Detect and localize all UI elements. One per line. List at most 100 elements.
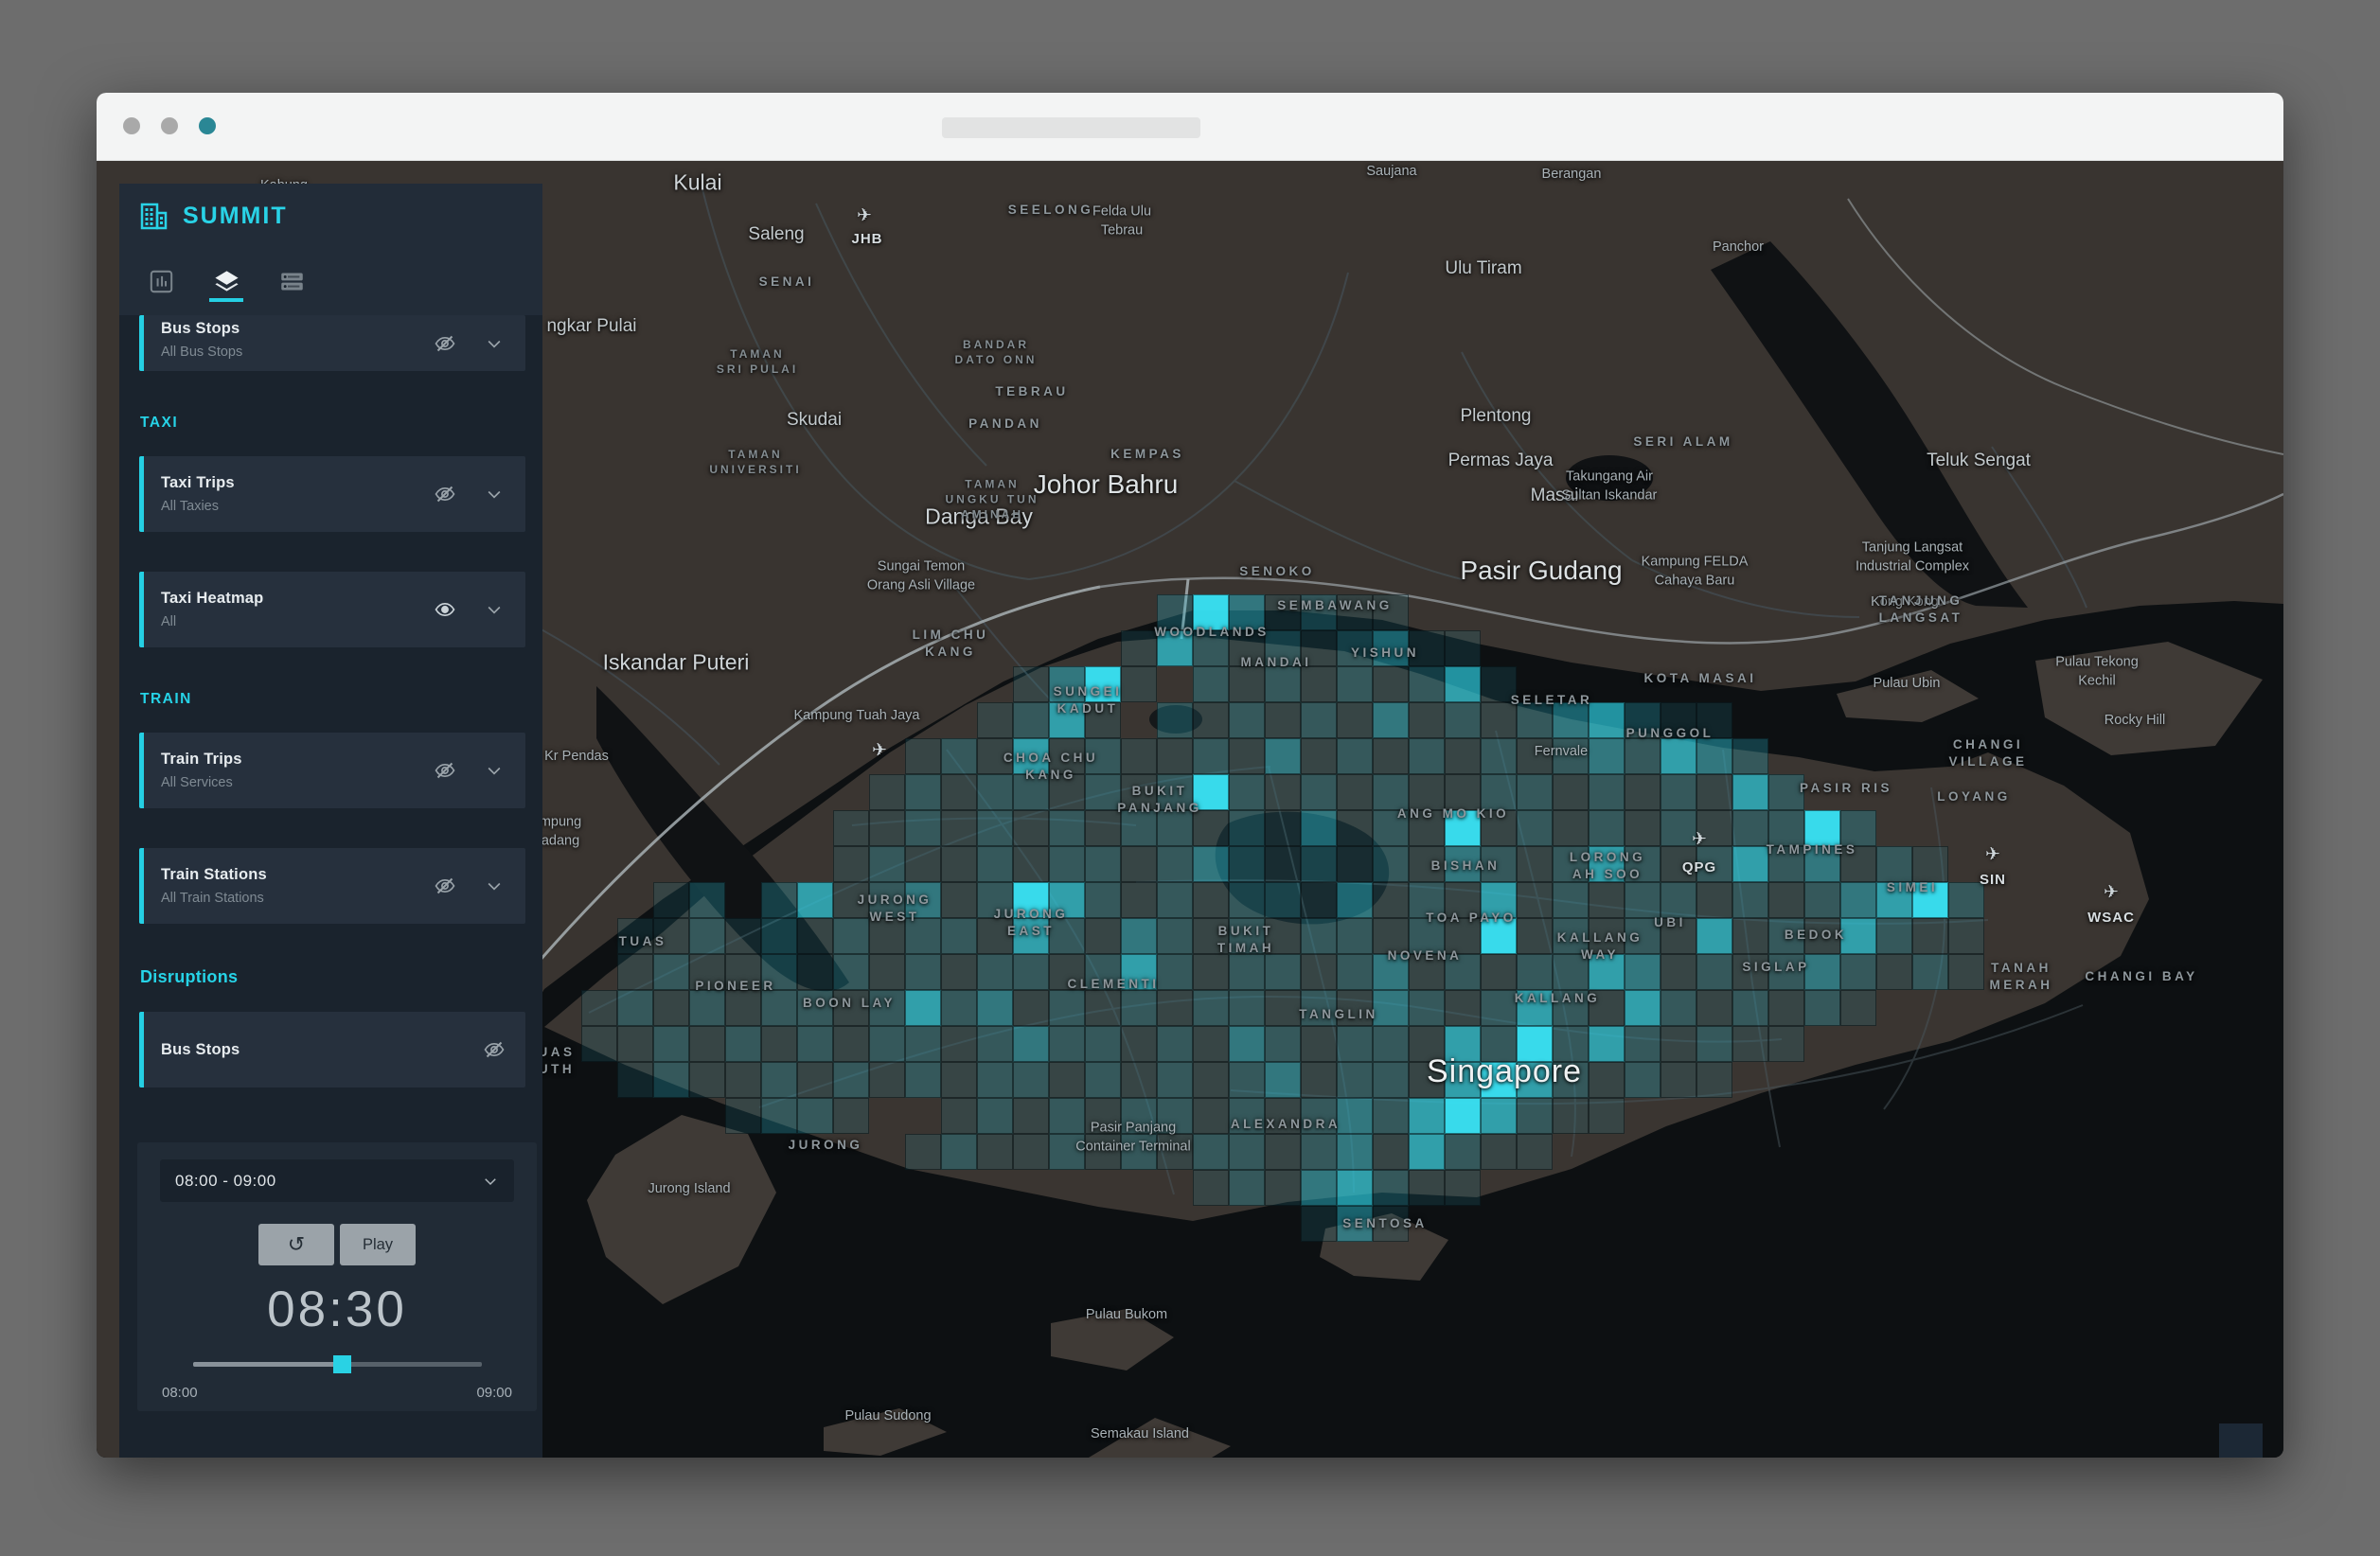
slider-thumb[interactable] [333,1355,351,1373]
layer-title: Train Trips [161,751,242,769]
window-zoom-button[interactable] [199,117,216,134]
visibility-off-icon[interactable] [433,482,457,506]
map-label: PANDAN [968,416,1042,433]
map-label: Sungai Temon Orang Asli Village [867,557,975,594]
slider-start-label: 08:00 [162,1385,198,1401]
layer-subtitle: All Bus Stops [161,345,242,360]
layer-card-taxi-trips[interactable]: Taxi TripsAll Taxies [139,456,525,532]
chevron-down-icon[interactable] [482,597,506,622]
slider-fill [193,1362,344,1367]
time-slider[interactable] [193,1355,482,1373]
map-label: LOYANG [1937,788,2011,805]
map-label: Kulai [673,168,721,197]
visibility-off-icon[interactable] [433,874,457,898]
map-label: Permas Jaya [1448,449,1554,473]
browser-window: SingaporeJohor BahruPasir GudangKulaiDan… [97,93,2283,1458]
map-label: Kampung FELDA Cahaya Baru [1642,553,1749,590]
map-label: PASIR RIS [1800,780,1892,797]
section-heading-train: TRAIN [140,691,542,708]
chevron-down-icon[interactable] [482,331,506,356]
map-label: Fernvale [1535,743,1588,762]
layer-card-taxi-heatmap[interactable]: Taxi HeatmapAll [139,572,525,647]
map-label: Jurong Island [648,1180,730,1199]
chevron-down-icon[interactable] [482,482,506,506]
replay-icon: ↺ [288,1234,305,1255]
map-label: Felda Ulu Tebrau [1092,203,1151,239]
map-label: Ulu Tiram [1445,256,1521,281]
map-label: JURONG WEST [858,892,932,926]
map-label: SIN [1980,871,2006,890]
map-label: Berangan [1542,166,1602,185]
map-label: YISHUN [1351,645,1419,662]
app-root: SingaporeJohor BahruPasir GudangKulaiDan… [97,161,2283,1458]
window-minimize-button[interactable] [161,117,178,134]
map-label: SELETAR [1511,692,1593,709]
map-label: TEBRAU [995,383,1068,400]
map-label: SUNGEI KADUT [1054,683,1123,717]
chevron-down-icon[interactable] [482,758,506,783]
replay-button[interactable]: ↺ [258,1224,334,1265]
layer-card-bus-stops[interactable]: Bus Stops [139,1012,525,1087]
map-label: mpung adang [540,813,581,850]
map-label: Pulau Ubin [1874,675,1941,694]
map-label: SIMEI [1887,879,1938,896]
map-label: Johor Bahru [1034,467,1179,503]
map-label: SEMBAWANG [1277,597,1393,614]
map-label: Takungang Air Sultan Iskandar [1562,468,1658,504]
map-label: NOVENA [1388,947,1463,964]
map-label: CHOA CHU KANG [1004,750,1098,784]
airplane-icon: ✈ [872,740,887,762]
map-label: TANJUNG LANGSAT [1879,592,1963,627]
map-label: MANDAI [1241,654,1312,671]
map-label: Pasir Gudang [1460,553,1622,589]
layer-title: Taxi Heatmap [161,590,263,608]
map-label: BEDOK [1785,927,1847,944]
map-label: ngkar Pulai [546,314,636,339]
map-label: ANG MO KIO [1397,805,1509,822]
map-label: SENOKO [1239,563,1315,580]
airplane-icon: ✈ [1985,844,2000,866]
map-label: KEMPAS [1110,446,1184,463]
map-label: PIONEER [695,978,775,995]
map-label: Pasir Panjang Container Terminal [1075,1119,1190,1156]
map-label: Saujana [1366,163,1416,182]
map-label: WOODLANDS [1154,624,1270,641]
map-label: Singapore [1427,1051,1582,1094]
map-label: Teluk Sengat [1927,449,2031,473]
map-label: TAMAN SRI PULAI [717,346,798,377]
visibility-off-icon[interactable] [482,1037,506,1062]
airplane-icon: ✈ [857,205,872,227]
browser-titlebar [97,93,2283,161]
map-label: TUAS [619,933,667,950]
summit-logo-icon [139,201,169,231]
tab-charts[interactable] [144,269,178,300]
section-heading-disruptions: Disruptions [140,967,542,987]
layer-card-bus-stops[interactable]: Bus StopsAll Bus Stops [139,315,525,371]
map-label: TAMAN UNGKU TUN AMINAH [946,477,1039,523]
layer-subtitle: All Taxies [161,499,235,514]
section-heading-taxi: TAXI [140,415,542,432]
map-label: Semakau Island [1091,1425,1189,1444]
map-label: JURONG [789,1137,863,1154]
tab-layers[interactable] [209,269,243,300]
map-label: BISHAN [1431,858,1501,875]
layer-card-train-trips[interactable]: Train TripsAll Services [139,733,525,808]
slider-end-label: 09:00 [476,1385,512,1401]
visibility-on-icon[interactable] [433,597,457,622]
window-close-button[interactable] [123,117,140,134]
map-label: Tanjung Langsat Industrial Complex [1856,539,1969,575]
time-range-select[interactable]: 08:00 - 09:00 [160,1159,514,1202]
map-label: BUKIT PANJANG [1117,783,1202,817]
map-label: WSAC [2087,909,2135,928]
chevron-down-icon[interactable] [482,874,506,898]
map-label: TAMPINES [1767,841,1858,858]
play-button[interactable]: Play [340,1224,416,1265]
visibility-off-icon[interactable] [433,331,457,356]
url-bar-placeholder [942,117,1200,138]
layer-card-train-stations[interactable]: Train StationsAll Train Stations [139,848,525,924]
tab-legend[interactable] [275,269,309,300]
sidebar: SUMMIT [119,184,542,1458]
visibility-off-icon[interactable] [433,758,457,783]
map-label: SIGLAP [1742,959,1809,976]
map-label: Plentong [1460,404,1531,429]
